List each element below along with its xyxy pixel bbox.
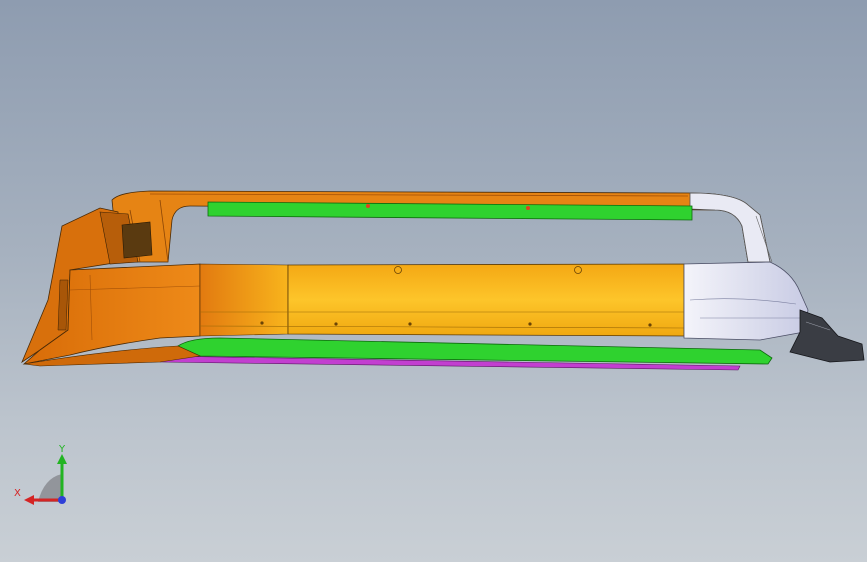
z-axis-dot: [58, 496, 66, 504]
blend-section[interactable]: [199, 263, 289, 337]
dark-end-bracket[interactable]: [789, 309, 865, 363]
x-axis-arrow: [24, 495, 34, 505]
graphics-viewport[interactable]: Y X: [0, 0, 867, 562]
y-axis-arrow: [57, 454, 67, 464]
x-axis-label: X: [14, 488, 21, 499]
3d-model[interactable]: [0, 0, 867, 562]
y-axis-label: Y: [58, 444, 66, 455]
coordinate-triad: Y X: [14, 444, 67, 505]
triad-plane: [38, 474, 62, 502]
